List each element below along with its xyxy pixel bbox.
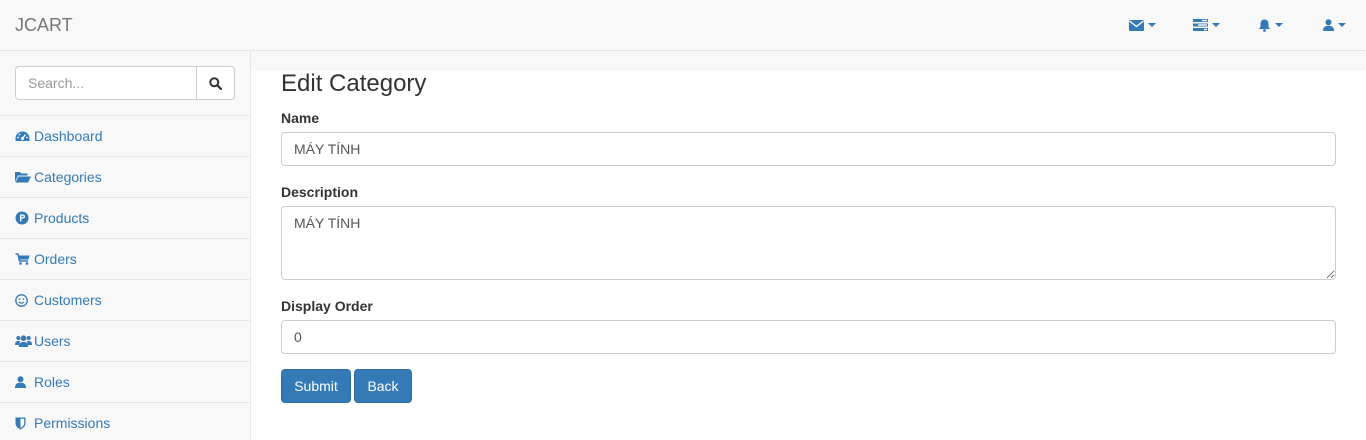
sidebar-item-products[interactable]: Products (0, 197, 250, 238)
sidebar-item-label: Permissions (34, 415, 111, 431)
name-input[interactable] (281, 132, 1336, 166)
search-input[interactable] (15, 66, 197, 100)
alerts-dropdown[interactable] (1238, 0, 1302, 50)
sidebar-item-label: Customers (34, 292, 102, 308)
name-label: Name (281, 110, 320, 126)
sidebar-item-permissions[interactable]: Permissions (0, 402, 250, 440)
chevron-down-icon (1211, 23, 1220, 27)
messages-dropdown[interactable] (1110, 0, 1174, 50)
sidebar-item-categories[interactable]: Categories (0, 156, 250, 197)
sidebar-menu: Dashboard Categories Products Orders Cus… (0, 115, 250, 440)
sidebar-item-label: Dashboard (34, 128, 103, 144)
cart-icon (15, 253, 30, 265)
sidebar-item-label: Users (34, 333, 71, 349)
envelope-icon (1128, 19, 1144, 31)
chevron-down-icon (1147, 23, 1156, 27)
user-dropdown[interactable] (1302, 0, 1366, 50)
sidebar: Dashboard Categories Products Orders Cus… (0, 51, 251, 440)
sidebar-item-orders[interactable]: Orders (0, 238, 250, 279)
chevron-down-icon (1337, 23, 1346, 27)
sidebar-item-customers[interactable]: Customers (0, 279, 250, 320)
shield-icon (15, 417, 26, 429)
top-navbar: JCART (0, 0, 1366, 51)
sidebar-item-users[interactable]: Users (0, 320, 250, 361)
sidebar-item-roles[interactable]: Roles (0, 361, 250, 402)
search-icon (209, 76, 222, 90)
back-button[interactable]: Back (354, 369, 412, 403)
users-icon (15, 335, 32, 347)
search-button[interactable] (197, 66, 235, 100)
sidebar-search (15, 66, 235, 100)
description-textarea[interactable]: MÁY TÍNH (281, 206, 1336, 280)
tasks-icon (1192, 19, 1208, 31)
user-icon (15, 376, 26, 388)
user-icon (1322, 19, 1334, 31)
bell-icon (1258, 19, 1270, 32)
brand-logo[interactable]: JCART (15, 14, 73, 36)
description-label: Description (281, 184, 359, 200)
sidebar-item-dashboard[interactable]: Dashboard (0, 115, 250, 156)
folder-open-icon (15, 172, 31, 183)
product-icon (15, 211, 29, 225)
display-order-input[interactable] (281, 320, 1336, 354)
main-content: Edit Category Name Description MÁY TÍNH … (251, 71, 1366, 440)
tasks-dropdown[interactable] (1174, 0, 1238, 50)
sidebar-item-label: Products (34, 210, 90, 226)
sidebar-item-label: Categories (34, 169, 102, 185)
submit-button[interactable]: Submit (281, 369, 351, 403)
chevron-down-icon (1274, 23, 1283, 27)
sidebar-item-label: Roles (34, 374, 70, 390)
sidebar-item-label: Orders (34, 251, 77, 267)
page-title: Edit Category (281, 70, 427, 97)
dashboard-icon (15, 131, 30, 141)
smile-icon (15, 293, 28, 307)
display-order-label: Display Order (281, 298, 373, 314)
navbar-icons (1110, 0, 1366, 50)
